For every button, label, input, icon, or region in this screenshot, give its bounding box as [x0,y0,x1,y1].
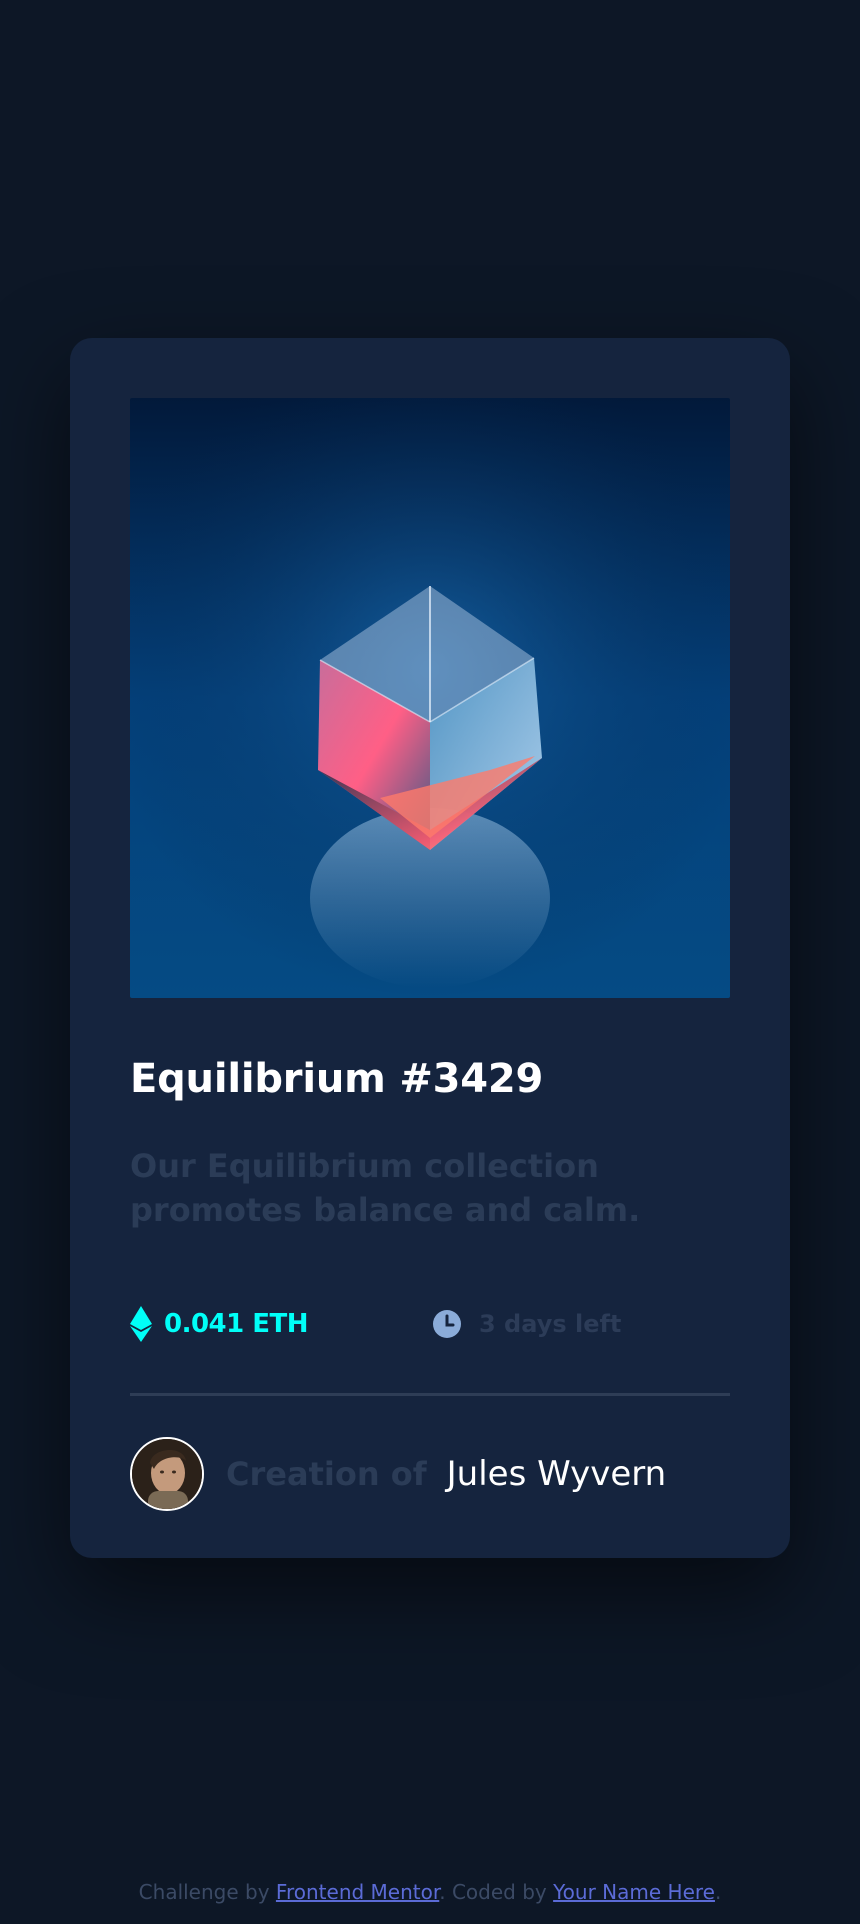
ethereum-icon [130,1306,152,1342]
avatar-image [132,1439,202,1509]
time-left: 3 days left [433,1304,621,1344]
divider [130,1393,730,1396]
footer-suffix: . [714,1880,722,1904]
nft-image[interactable] [130,398,730,998]
card-stats: 0.041 ETH 3 days left [130,1304,730,1344]
card-description: Our Equilibrium collection promotes bala… [130,1147,641,1229]
card-title[interactable]: Equilibrium #3429 [130,1056,730,1102]
price-value: 0.041 ETH [164,1309,309,1339]
clock-icon [433,1310,461,1338]
nft-image-art [130,398,730,998]
time-left-value: 3 days left [479,1310,622,1338]
avatar [130,1437,204,1511]
creator-label: Creation of [226,1455,427,1493]
author-link[interactable]: Your Name Here [553,1880,715,1904]
creator-row: Creation of Jules Wyvern [130,1436,666,1512]
nft-card: Equilibrium #3429 Our Equilibrium collec… [70,338,790,1558]
frontend-mentor-link[interactable]: Frontend Mentor [276,1880,439,1904]
footer-prefix: Challenge by [138,1880,276,1904]
price: 0.041 ETH [130,1304,309,1344]
creator-name[interactable]: Jules Wyvern [447,1454,667,1494]
attribution-footer: Challenge by Frontend Mentor. Coded by Y… [0,1880,860,1904]
footer-middle: . Coded by [439,1880,554,1904]
